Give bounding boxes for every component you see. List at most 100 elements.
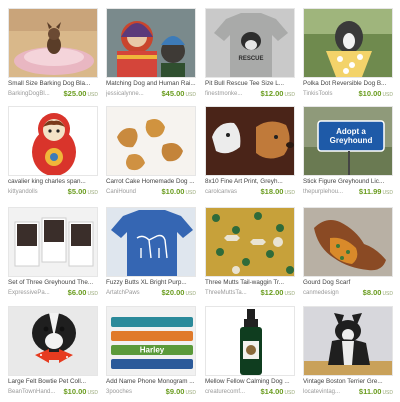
price-amount: $10.00 (358, 89, 382, 98)
listing-card[interactable]: cavalier king charles span... kittyandol… (8, 106, 98, 202)
listing-card[interactable]: Polka Dot Reversible Dog B... TinkisTool… (303, 8, 393, 104)
listing-shop[interactable]: ArtatchPaws (106, 289, 161, 297)
listing-shop[interactable]: finestmonke... (205, 90, 260, 98)
listing-thumbnail[interactable] (8, 306, 98, 376)
listing-card[interactable]: Large Felt Bowtie Pet Coll... BeanTownHa… (8, 306, 98, 402)
listing-thumbnail[interactable] (303, 207, 393, 277)
listing-price: $10.00USD (161, 187, 196, 198)
listing-shop[interactable]: BarkingDogBl... (8, 90, 63, 98)
listing-card[interactable]: Harley Add Name Phone Monogram ... 3pooc… (106, 306, 196, 402)
listing-price: $8.00USD (363, 288, 393, 299)
listing-shop[interactable]: carolcanvas (205, 188, 260, 196)
listing-card[interactable]: 8x10 Fine Art Print, Greyh... carolcanva… (205, 106, 295, 202)
price-currency: USD (87, 291, 98, 297)
price-amount: $25.00 (63, 89, 87, 98)
listing-price: $45.00USD (161, 89, 196, 100)
listing-title[interactable]: Carrot Cake Homemade Dog ... (106, 178, 196, 186)
listing-shop[interactable]: creaturecomf... (205, 388, 260, 396)
listing-card[interactable]: Adopt a Greyhound Stick Figure Greyhound… (303, 106, 393, 202)
listing-title[interactable]: Three Mutts Tail-waggin Tr... (205, 279, 295, 287)
price-currency: USD (382, 190, 393, 196)
price-currency: USD (382, 390, 393, 396)
price-amount: $11.00 (358, 387, 382, 396)
listing-thumbnail[interactable] (8, 207, 98, 277)
listing-shop[interactable]: ThreeMuttsTa... (205, 289, 260, 297)
price-currency: USD (87, 190, 98, 196)
listing-title[interactable]: Gourd Dog Scarf (303, 279, 393, 287)
listing-shop[interactable]: ExpressivePa... (8, 289, 63, 297)
listing-shop[interactable]: locatevintag... (303, 388, 358, 396)
listing-title[interactable]: Fuzzy Butts XL Bright Purp... (106, 279, 196, 287)
listing-title[interactable]: Matching Dog and Human Rai... (106, 80, 196, 88)
listing-thumbnail[interactable] (8, 8, 98, 78)
listing-title[interactable]: Pit Bull Rescue Tee Size L... (205, 80, 295, 88)
listing-price: $6.00USD (68, 288, 98, 299)
listing-thumbnail[interactable] (303, 306, 393, 376)
listing-shop[interactable]: BeanTownHand... (8, 388, 63, 396)
listing-price: $5.00USD (68, 187, 98, 198)
price-amount: $12.00 (260, 288, 284, 297)
listing-title[interactable]: Large Felt Bowtie Pet Coll... (8, 378, 98, 386)
listing-price: $18.00USD (260, 187, 295, 198)
price-currency: USD (284, 390, 295, 396)
price-currency: USD (185, 190, 196, 196)
listing-thumbnail[interactable] (106, 106, 196, 176)
listing-thumbnail[interactable] (8, 106, 98, 176)
listing-shop[interactable]: CaniHound (106, 188, 161, 196)
price-amount: $14.00 (260, 387, 284, 396)
listing-card[interactable]: Fuzzy Butts XL Bright Purp... ArtatchPaw… (106, 207, 196, 303)
price-amount: $10.00 (161, 187, 185, 196)
price-amount: $20.00 (161, 288, 185, 297)
price-currency: USD (382, 92, 393, 98)
listing-shop[interactable]: thepurplehou... (303, 188, 358, 196)
price-currency: USD (284, 190, 295, 196)
listing-price: $10.00USD (358, 89, 393, 100)
listing-thumbnail[interactable] (106, 207, 196, 277)
listing-thumbnail[interactable] (205, 306, 295, 376)
price-amount: $11.99 (358, 187, 382, 196)
listing-shop[interactable]: jessicalynne... (106, 90, 161, 98)
listing-card[interactable]: Carrot Cake Homemade Dog ... CaniHound $… (106, 106, 196, 202)
sign-text: Adopt a Greyhound (329, 127, 373, 145)
listing-thumbnail[interactable] (106, 8, 196, 78)
listing-card[interactable]: Vintage Boston Terrier Gre... locatevint… (303, 306, 393, 402)
listing-card[interactable]: Mellow Fellow Calming Dog ... creatureco… (205, 306, 295, 402)
listing-card[interactable]: Small Size Barking Dog Bla... BarkingDog… (8, 8, 98, 104)
listing-thumbnail[interactable] (205, 207, 295, 277)
collar-text: Harley (140, 346, 165, 355)
listing-shop[interactable]: TinkisTools (303, 90, 358, 98)
tshirt-text: RESCUE (238, 56, 263, 62)
listing-title[interactable]: cavalier king charles span... (8, 178, 98, 186)
listing-card[interactable]: Set of Three Greyhound The... Expressive… (8, 207, 98, 303)
listing-card[interactable]: Three Mutts Tail-waggin Tr... ThreeMutts… (205, 207, 295, 303)
price-currency: USD (87, 390, 98, 396)
price-currency: USD (185, 390, 196, 396)
listing-thumbnail[interactable]: Adopt a Greyhound (303, 106, 393, 176)
listing-grid: Small Size Barking Dog Bla... BarkingDog… (0, 0, 400, 400)
listing-shop[interactable]: 3pooches (106, 388, 161, 396)
listing-card[interactable]: Gourd Dog Scarf canmedesign $8.00USD (303, 207, 393, 303)
listing-title[interactable]: Small Size Barking Dog Bla... (8, 80, 98, 88)
listing-card[interactable]: Matching Dog and Human Rai... jessicalyn… (106, 8, 196, 104)
listing-thumbnail[interactable] (303, 8, 393, 78)
listing-title[interactable]: Stick Figure Greyhound Lic... (303, 178, 393, 186)
listing-price: $10.00USD (63, 387, 98, 398)
listing-shop[interactable]: kittyandolls (8, 188, 63, 196)
price-amount: $5.00 (67, 187, 87, 196)
listing-title[interactable]: Vintage Boston Terrier Gre... (303, 378, 393, 386)
price-amount: $9.00 (165, 387, 185, 396)
listing-title[interactable]: 8x10 Fine Art Print, Greyh... (205, 178, 295, 186)
price-amount: $8.00 (362, 288, 382, 297)
listing-title[interactable]: Mellow Fellow Calming Dog ... (205, 378, 295, 386)
listing-thumbnail[interactable]: RESCUE (205, 8, 295, 78)
listing-title[interactable]: Polka Dot Reversible Dog B... (303, 80, 393, 88)
listing-title[interactable]: Set of Three Greyhound The... (8, 279, 98, 287)
listing-thumbnail[interactable]: Harley (106, 306, 196, 376)
listing-title[interactable]: Add Name Phone Monogram ... (106, 378, 196, 386)
price-amount: $12.00 (260, 89, 284, 98)
listing-card[interactable]: RESCUE Pit Bull Rescue Tee Size L... fin… (205, 8, 295, 104)
price-currency: USD (284, 92, 295, 98)
listing-price: $9.00USD (166, 387, 196, 398)
listing-thumbnail[interactable] (205, 106, 295, 176)
listing-shop[interactable]: canmedesign (303, 289, 358, 297)
